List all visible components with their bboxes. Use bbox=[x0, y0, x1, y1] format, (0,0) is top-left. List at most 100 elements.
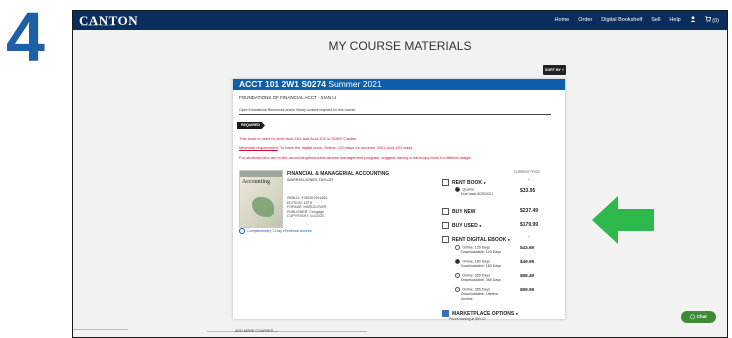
digital-option-detail: Downloadable: 180 Days bbox=[461, 264, 501, 269]
green-arrow-icon bbox=[592, 196, 654, 244]
digital-price-lifetime: $99.99 bbox=[520, 287, 535, 292]
rent-book-label: RENT BOOK bbox=[452, 179, 482, 186]
course-header: ACCT 101 2W1 S0274 Summer 2021 bbox=[233, 79, 565, 90]
required-badge: REQUIRED bbox=[237, 122, 265, 129]
cover-title: Accounting bbox=[242, 179, 270, 185]
digital-option-name: Online: 180 Days bbox=[462, 259, 490, 264]
course-code: ACCT 101 2W1 S0274 bbox=[239, 79, 326, 89]
divider bbox=[207, 331, 367, 332]
note-line-1: This book is used for both Acct-101 and … bbox=[239, 136, 358, 141]
add-more-courses-link[interactable]: ADD MORE COURSES — bbox=[235, 329, 278, 333]
nav-sell[interactable]: Sell bbox=[651, 17, 660, 23]
digital-option-lifetime[interactable]: Online: 365 Days Downloadable: Lifetime Ac… bbox=[455, 287, 498, 302]
page-title: MY COURSE MATERIALS bbox=[328, 39, 472, 53]
course-subtitle: FOUNDATIONS OF FINANCIAL ACCT - XIAN LI bbox=[239, 95, 337, 100]
note-line-2: Minimum requirement: To have the digital… bbox=[239, 145, 413, 150]
chat-bubble-icon: ◯ bbox=[690, 314, 696, 319]
digital-option-365[interactable]: Online: 365 Days Downloadable: 365 Days bbox=[455, 273, 501, 283]
nav-home[interactable]: Home bbox=[555, 17, 570, 23]
rent-digital-option[interactable]: RENT DIGITAL EBOOK ● bbox=[442, 236, 510, 243]
rent-quarter-label: Quarter bbox=[462, 187, 475, 192]
digital-option-detail: Downloadable: 365 Days bbox=[461, 278, 501, 283]
cart-count: (0) bbox=[712, 18, 719, 24]
check-circle-icon: ✓ bbox=[239, 228, 245, 234]
digital-option-detail: Downloadable: 120 Days bbox=[461, 250, 501, 255]
marketplace-sub: Prices starting at $69.10 bbox=[449, 317, 486, 321]
digital-option-detail-2: Access bbox=[461, 296, 473, 301]
digital-option-180[interactable]: Online: 180 Days Downloadable: 180 Days bbox=[455, 259, 501, 269]
rent-digital-label: RENT DIGITAL EBOOK bbox=[452, 236, 507, 243]
buy-new-label: BUY NEW bbox=[452, 208, 476, 215]
radio-button[interactable] bbox=[455, 287, 461, 293]
step-number: 4 bbox=[6, 0, 45, 76]
marketplace-checkbox[interactable] bbox=[442, 310, 449, 317]
rent-book-checkbox[interactable] bbox=[442, 179, 449, 186]
divider bbox=[73, 329, 128, 330]
digital-option-name: Online: 365 Days bbox=[462, 273, 490, 278]
info-icon[interactable]: ● bbox=[483, 180, 485, 185]
marketplace-label: MARKETPLACE OPTIONS bbox=[452, 310, 515, 317]
radio-selected[interactable] bbox=[455, 259, 461, 265]
digital-option-name: Online: 365 Days bbox=[462, 287, 490, 292]
book-title: FINANCIAL & MANAGERIAL ACCOUNTING bbox=[287, 171, 390, 177]
radio-button[interactable] bbox=[455, 245, 461, 251]
digital-price-120: $43.69 bbox=[520, 245, 535, 250]
buy-used-option[interactable]: BUY USED ● bbox=[442, 222, 482, 229]
chevron-down-icon[interactable]: ˅ bbox=[528, 234, 530, 239]
book-format: FORMAT: HARDCOVER bbox=[287, 205, 327, 209]
book-isbn: ISBN13: 9780357901663 bbox=[287, 196, 328, 200]
complimentary-access-link[interactable]: ✓ Complimentary 7-Day eTextbook Access bbox=[239, 228, 312, 234]
marketplace-option[interactable]: MARKETPLACE OPTIONS ● bbox=[442, 310, 518, 317]
course-card: ACCT 101 2W1 S0274 Summer 2021 FOUNDATIO… bbox=[233, 79, 565, 319]
book-publisher: PUBLISHER: Cengage bbox=[287, 209, 324, 214]
book-edition: EDITION: 15TH bbox=[287, 200, 313, 205]
digital-price-365: $68.49 bbox=[520, 273, 535, 278]
cover-art bbox=[252, 197, 274, 217]
complimentary-label: Complimentary 7-Day eTextbook Access bbox=[247, 229, 312, 233]
rent-book-option[interactable]: RENT BOOK ● bbox=[442, 179, 486, 186]
top-nav: CANTON STATE UNIVERSITY OF NEW YORK Home… bbox=[73, 11, 727, 30]
browser-screenshot: CANTON STATE UNIVERSITY OF NEW YORK Home… bbox=[72, 10, 728, 338]
book-copyright: COPYRIGHT: 1/1/2020 bbox=[287, 214, 324, 218]
course-term: Summer 2021 bbox=[328, 79, 382, 89]
sort-label: SORT BY bbox=[544, 68, 561, 72]
cart-icon bbox=[705, 16, 711, 22]
cart-button[interactable]: (0) bbox=[705, 16, 719, 24]
buy-used-label: BUY USED bbox=[452, 222, 478, 229]
digital-price-180: $49.99 bbox=[520, 259, 535, 264]
radio-button[interactable] bbox=[455, 273, 461, 279]
rent-digital-checkbox[interactable] bbox=[442, 236, 449, 243]
chat-label: Chat bbox=[696, 314, 707, 319]
note-line-3: For students who are in the accounting/f… bbox=[239, 155, 472, 160]
rent-price: $33.95 bbox=[520, 188, 536, 194]
chat-button[interactable]: ◯ Chat bbox=[681, 311, 716, 323]
radio-selected[interactable] bbox=[455, 187, 461, 193]
nav-digital-bookshelf[interactable]: Digital Bookshelf bbox=[601, 17, 642, 23]
buy-new-checkbox[interactable] bbox=[442, 208, 449, 215]
nav-help[interactable]: Help bbox=[669, 17, 680, 23]
rent-quarter-option[interactable]: Quarter Due back 8/25/2021 bbox=[455, 187, 493, 197]
buy-new-option[interactable]: BUY NEW bbox=[442, 208, 476, 215]
rent-due-date: Due back 8/25/2021 bbox=[461, 192, 494, 197]
cover-stripe bbox=[240, 171, 282, 177]
info-icon[interactable]: ● bbox=[508, 237, 510, 242]
digital-option-120[interactable]: Online: 120 Days Downloadable: 120 Days bbox=[455, 245, 501, 255]
note-line-2-rest: : To have the digital book. Online: 120 … bbox=[277, 145, 414, 150]
minimum-requirement-link[interactable]: Minimum requirement bbox=[239, 145, 278, 150]
book-author: WARREN,JONES,TAYLOR bbox=[287, 178, 334, 182]
user-icon[interactable] bbox=[690, 16, 696, 24]
buy-new-price: $237.49 bbox=[520, 208, 539, 214]
oer-note: Open Educational Resources and/or librar… bbox=[239, 108, 357, 112]
logo-subtitle: STATE UNIVERSITY OF NEW YORK bbox=[81, 25, 115, 27]
divider bbox=[239, 114, 551, 115]
buy-used-checkbox[interactable] bbox=[442, 222, 449, 229]
digital-option-name: Online: 120 Days bbox=[462, 245, 490, 250]
book-cover[interactable]: Accounting bbox=[239, 170, 283, 228]
info-icon[interactable]: ● bbox=[479, 223, 481, 228]
info-icon[interactable]: ● bbox=[516, 311, 518, 316]
current-price-label: CURRENT PRICE bbox=[514, 170, 541, 174]
sort-by-button[interactable]: SORT BY ˅ bbox=[543, 65, 566, 75]
nav-order[interactable]: Order bbox=[578, 17, 592, 23]
buy-used-price: $179.99 bbox=[520, 222, 539, 228]
chevron-down-icon[interactable]: ˅ bbox=[528, 177, 530, 182]
